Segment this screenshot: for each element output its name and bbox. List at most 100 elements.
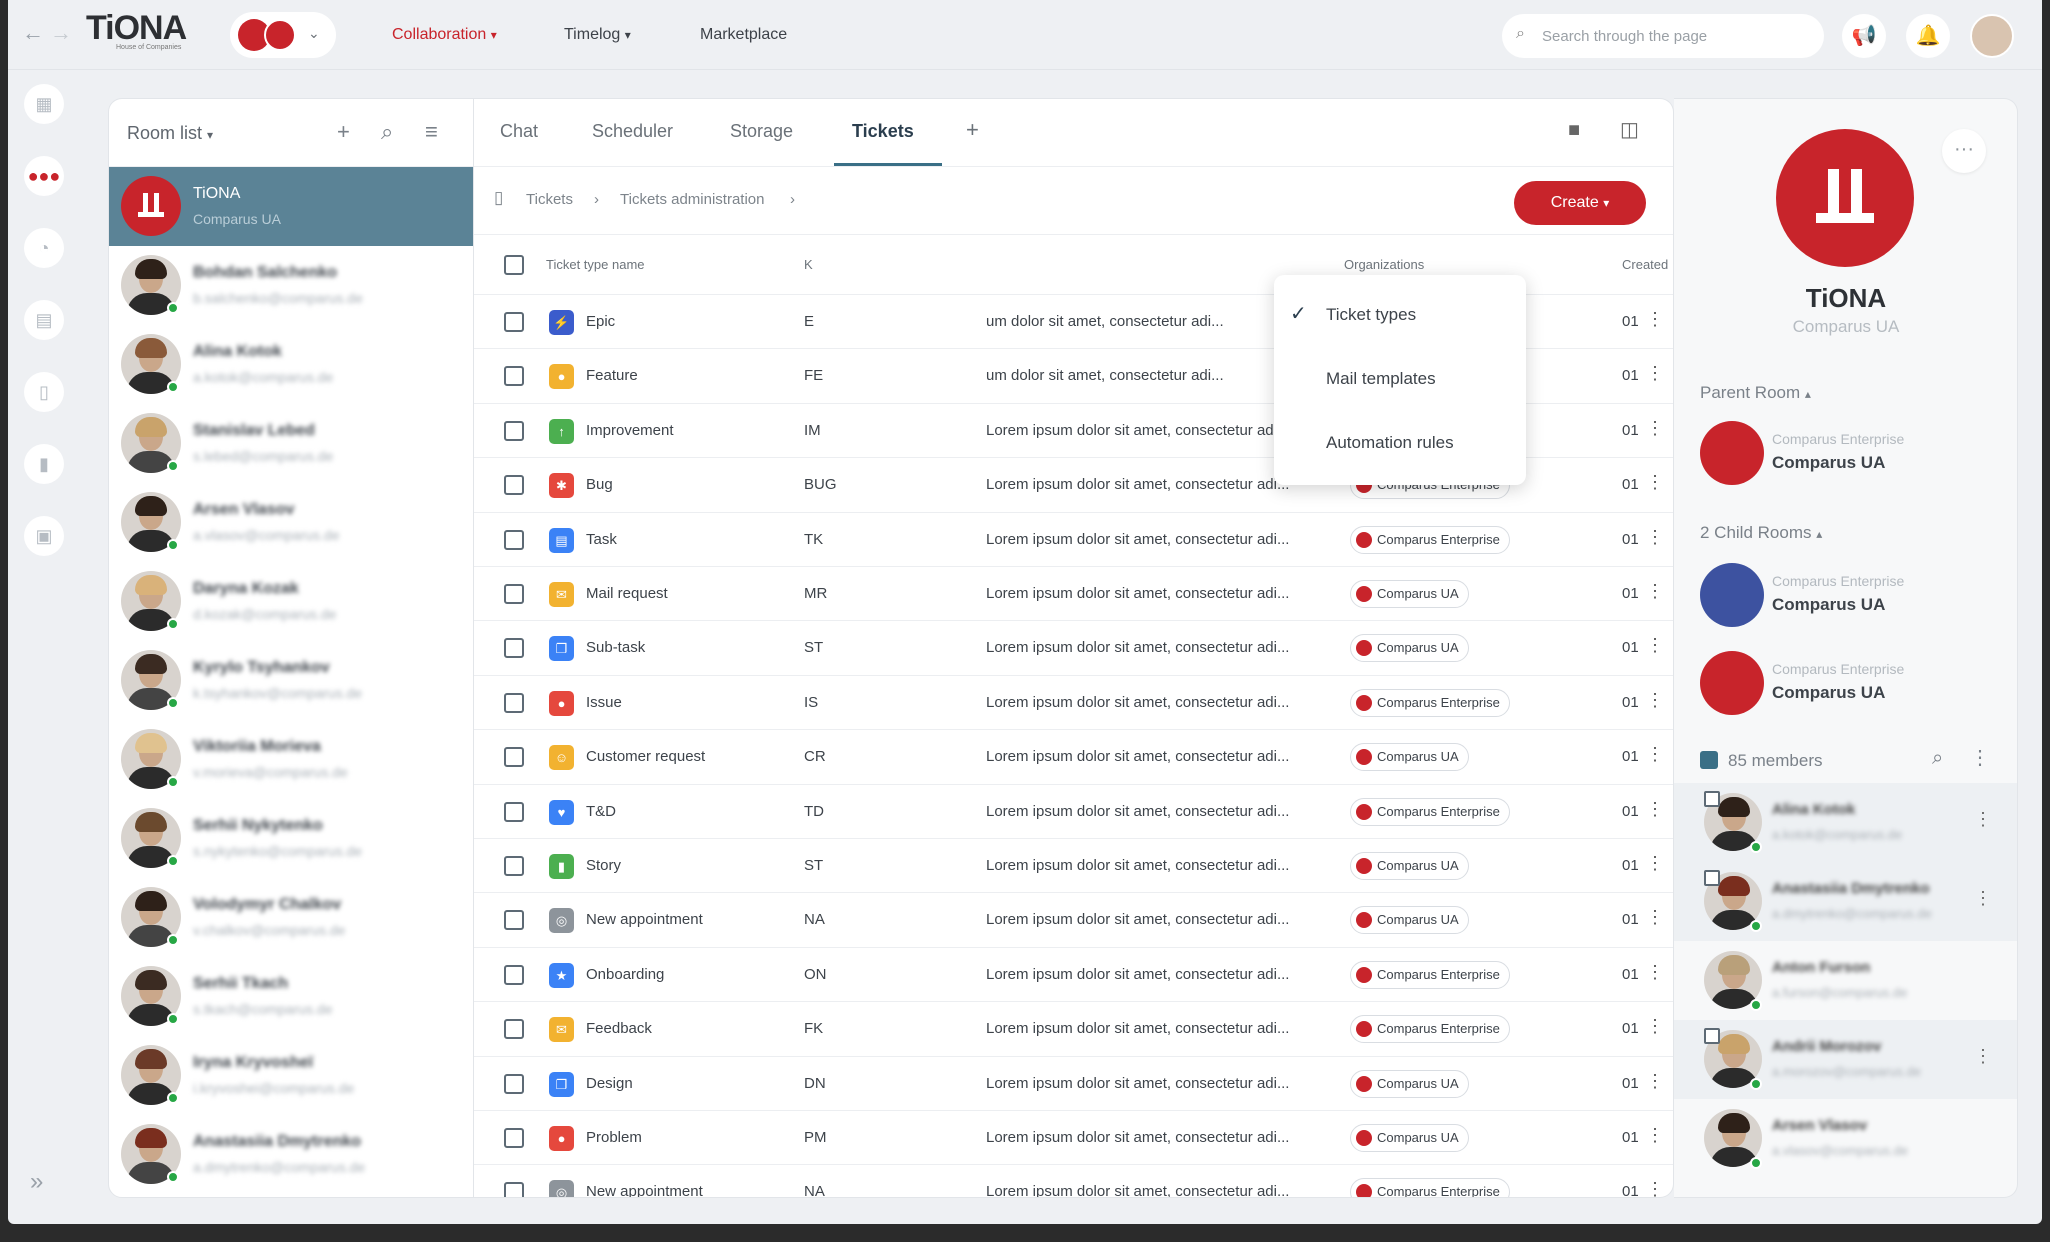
member-item[interactable]: Anastasiia Dmytrenko a.dmytrenko@comparus… [1674,862,2017,941]
more-vertical-icon[interactable]: ⋮ [1646,635,1664,656]
menu-item-automation-rules[interactable]: Automation rules [1326,433,1454,453]
row-checkbox[interactable] [504,1019,524,1040]
ticket-type-name[interactable]: Bug [586,476,613,493]
menu-timelog[interactable]: Timelog ▾ [564,26,631,44]
member-item[interactable]: Andrii Morozov a.morozov@comparus.de ⋮ [1674,1020,2017,1099]
row-checkbox[interactable] [504,638,524,659]
more-vertical-icon[interactable]: ⋮ [1646,418,1664,439]
table-row[interactable]: ▤ Task TK Lorem ipsum dolor sit amet, conse… [474,513,1673,567]
row-checkbox[interactable] [504,312,524,332]
tab-scheduler[interactable]: Scheduler [592,121,673,142]
sort-icon[interactable]: ≡ [425,119,438,145]
dashboard-icon[interactable]: ▦ [24,84,64,124]
ticket-type-name[interactable]: Feedback [586,1020,652,1037]
room-item[interactable]: Volodymyr Chalkov v.chalkov@comparus.de [109,878,473,957]
breadcrumb-tickets[interactable]: Tickets [526,191,573,208]
bell-icon[interactable]: 🔔 [1906,14,1950,58]
more-vertical-icon[interactable]: ⋮ [1646,472,1664,493]
more-vertical-icon[interactable]: ⋮ [1646,1016,1664,1037]
briefcase-icon[interactable]: ▣ [24,516,64,556]
table-row[interactable]: ✉ Feedback FK Lorem ipsum dolor sit amet, c… [474,1002,1673,1057]
ticket-type-name[interactable]: T&D [586,803,616,820]
more-vertical-icon[interactable]: ⋮ [1646,1071,1664,1092]
table-row[interactable]: ✉ Mail request MR Lorem ipsum dolor sit ame… [474,567,1673,622]
table-row[interactable]: ◎ New appointment NA Lorem ipsum dolor sit … [474,1165,1673,1197]
child-rooms-header[interactable]: 2 Child Rooms ▴ [1700,523,1822,543]
more-vertical-icon[interactable]: ⋮ [1974,1046,1992,1067]
search-icon[interactable]: ⌕ [381,119,393,145]
search-icon[interactable]: ⌕ [1932,747,1943,770]
search-input[interactable]: ⌕ Search through the page [1502,14,1824,58]
row-checkbox[interactable] [504,584,524,604]
room-item[interactable]: Daryna Kozak d.kozak@comparus.de [109,562,473,641]
room-item[interactable]: Iryna Kryvosheï i.kryvoshei@comparus.de [109,1036,473,1115]
member-item[interactable]: Anton Furson a.furson@comparus.de [1674,941,2017,1020]
tab-storage[interactable]: Storage [730,121,793,142]
select-all-checkbox[interactable] [504,255,524,275]
table-row[interactable]: ♥ T&D TD Lorem ipsum dolor sit amet, consec… [474,785,1673,839]
ticket-type-name[interactable]: Sub-task [586,639,645,656]
more-vertical-icon[interactable]: ⋮ [1646,527,1664,548]
more-vertical-icon[interactable]: ⋮ [1646,1125,1664,1146]
ticket-type-name[interactable]: Improvement [586,422,674,439]
more-vertical-icon[interactable]: ⋮ [1646,690,1664,711]
row-checkbox[interactable] [504,692,524,713]
member-checkbox[interactable] [1704,870,1720,886]
row-checkbox[interactable] [504,1128,524,1148]
breadcrumb-administration[interactable]: Tickets administration [620,191,765,208]
tab-chat[interactable]: Chat [500,121,538,142]
table-row[interactable]: ▮ Story ST Lorem ipsum dolor sit amet, cons… [474,839,1673,894]
room-item[interactable]: Arsen Vlasov a.vlasov@comparus.de [109,483,473,562]
avatar[interactable] [1970,14,2014,58]
more-vertical-icon[interactable]: ⋮ [1646,853,1664,874]
logo[interactable]: TiONA House of Companies [86,10,196,60]
more-vertical-icon[interactable]: ⋮ [1974,888,1992,909]
document-icon[interactable]: ▯ [24,372,64,412]
more-vertical-icon[interactable]: ⋮ [1646,363,1664,384]
row-checkbox[interactable] [504,475,524,496]
table-row[interactable]: ❐ Design DN Lorem ipsum dolor sit amet, con… [474,1057,1673,1111]
room-item[interactable]: Stanislav Lebed s.lebed@comparus.de [109,404,473,483]
room-item[interactable]: Viktoriia Morieva v.morieva@comparus.de [109,720,473,799]
book-icon[interactable]: ▮ [24,444,64,484]
member-checkbox[interactable] [1704,1028,1720,1044]
row-checkbox[interactable] [504,747,524,768]
room-item[interactable]: Bohdan Salchenko b.salchenko@comparus.de [109,246,473,325]
table-row[interactable]: ● Issue IS Lorem ipsum dolor sit amet, cons… [474,676,1673,731]
header-key[interactable]: K [804,257,813,272]
row-checkbox[interactable] [504,964,524,985]
member-checkbox[interactable] [1704,791,1720,807]
header-organizations[interactable]: Organizations [1344,257,1424,272]
table-row[interactable]: ◎ New appointment NA Lorem ipsum dolor sit … [474,893,1673,948]
parent-room-header[interactable]: Parent Room ▴ [1700,383,1811,403]
row-checkbox[interactable] [504,856,524,876]
ticket-type-name[interactable]: Feature [586,367,638,384]
add-tab-icon[interactable]: + [966,117,979,143]
room-item[interactable]: Serhii Tkach s.tkach@comparus.de [109,957,473,1036]
child-room-item[interactable]: Comparus Enterprise Comparus UA [1700,563,2000,633]
room-item-active[interactable]: TiONA Comparus UA [109,167,473,246]
row-checkbox[interactable] [504,910,524,931]
table-row[interactable]: ★ Onboarding ON Lorem ipsum dolor sit amet,… [474,948,1673,1003]
table-row[interactable]: ❐ Sub-task ST Lorem ipsum dolor sit amet, c… [474,621,1673,676]
room-item[interactable]: Alina Kotok a.kotok@comparus.de [109,325,473,404]
more-vertical-icon[interactable]: ⋮ [1646,581,1664,602]
member-item[interactable]: Alina Kotok a.kotok@comparus.de ⋮ [1674,783,2017,862]
chevrons-right-icon[interactable]: » [30,1168,43,1196]
arrow-left-icon[interactable]: ← [22,20,44,46]
more-vertical-icon[interactable]: ⋮ [1646,744,1664,765]
ticket-type-name[interactable]: Epic [586,313,615,330]
room-item[interactable]: Anastasiia Dmytrenko a.dmytrenko@comparus… [109,1115,473,1194]
ticket-type-name[interactable]: Story [586,857,621,874]
more-vertical-icon[interactable]: ⋮ [1646,907,1664,928]
team-icon[interactable]: ●●● [24,156,64,196]
ticket-type-name[interactable]: Problem [586,1129,642,1146]
plus-icon[interactable]: + [337,119,350,145]
create-button[interactable]: Create ▾ [1514,181,1646,225]
panel-toggle-icon[interactable]: ◫ [1620,117,1639,142]
timer-icon[interactable]: ◔ [24,228,64,268]
row-checkbox[interactable] [504,1073,524,1094]
table-row[interactable]: ☺ Customer request CR Lorem ipsum dolor sit… [474,730,1673,785]
room-list-title[interactable]: Room list ▾ [127,123,213,144]
more-options-button[interactable]: ··· [1942,129,1986,173]
